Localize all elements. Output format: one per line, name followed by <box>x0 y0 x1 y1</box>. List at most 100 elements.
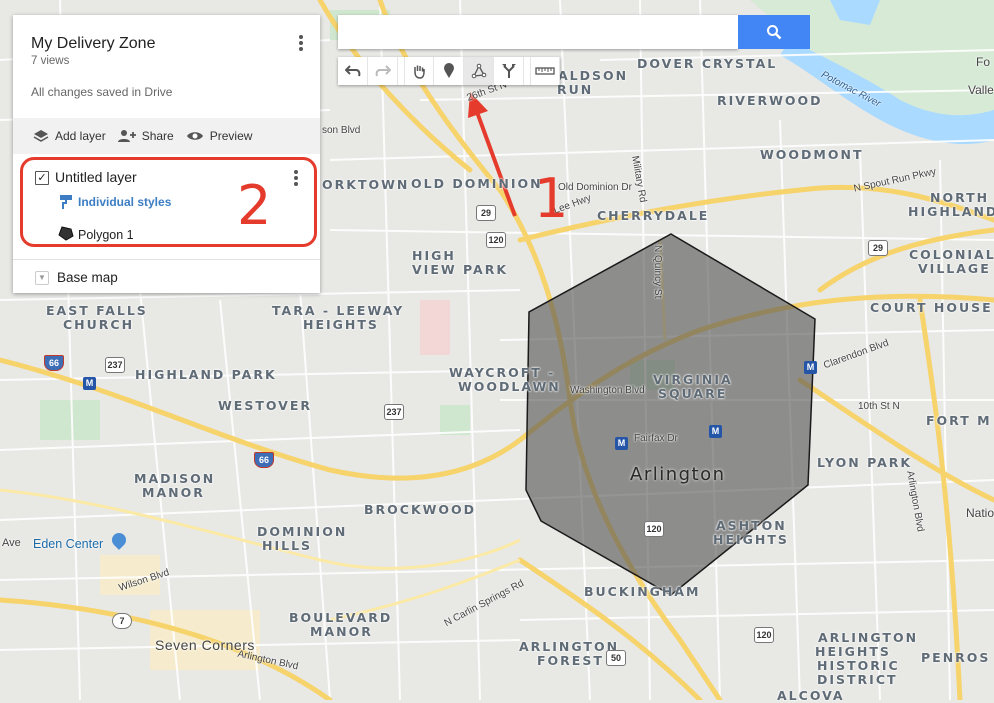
place-label: FOREST <box>537 653 604 668</box>
search-input[interactable] <box>338 15 738 49</box>
add-layer-button[interactable]: Add layer <box>33 129 106 143</box>
panel-divider <box>13 259 320 260</box>
metro-icon[interactable]: M <box>83 377 96 390</box>
route-shield: 120 <box>486 232 506 248</box>
preview-label: Preview <box>209 129 253 143</box>
interstate-shield: 66 <box>254 452 274 468</box>
city-label: Arlington <box>630 464 726 485</box>
panel-actions: Add layer Share Preview <box>13 118 320 154</box>
place-label: ARLINGTON <box>818 630 919 645</box>
annotation-highlight-box <box>20 157 317 247</box>
place-label: EAST FALLS <box>46 303 148 318</box>
place-label: WOODLAWN <box>458 379 561 394</box>
poi-eden-center: Eden Center <box>33 537 104 551</box>
place-label: SQUARE <box>658 386 728 401</box>
draw-line-button[interactable] <box>464 57 494 85</box>
place-label: TARA - LEEWAY <box>272 303 405 318</box>
base-map-label[interactable]: Base map <box>57 270 118 285</box>
hand-icon <box>414 65 425 79</box>
place-label: HISTORIC <box>817 658 900 673</box>
map-details-panel: My Delivery Zone 7 views All changes sav… <box>13 15 320 293</box>
place-label: CHERRYDALE <box>597 208 710 223</box>
undo-icon <box>344 65 360 77</box>
ruler-icon <box>535 67 555 75</box>
search-button[interactable] <box>738 15 810 49</box>
marker-icon <box>443 63 454 78</box>
layers-icon <box>33 130 49 142</box>
place-label: HIGHLAND <box>908 204 994 219</box>
place-label: MANOR <box>310 624 373 639</box>
street-label: N Quincy St <box>652 245 663 299</box>
place-label: HEIGHTS <box>713 532 789 547</box>
place-label: DISTRICT <box>817 672 898 687</box>
place-label: VIEW PARK <box>412 262 509 277</box>
place-label: ALCOVA <box>777 688 845 703</box>
annotation-step-2: 2 <box>237 174 272 237</box>
add-layer-label: Add layer <box>55 129 106 143</box>
place-label: WESTOVER <box>218 398 312 413</box>
interstate-shield: 66 <box>44 355 64 371</box>
person-add-icon <box>117 130 136 142</box>
preview-button[interactable]: Preview <box>186 129 253 143</box>
directions-button[interactable] <box>494 57 524 85</box>
share-label: Share <box>141 129 174 143</box>
place-label: FORT M <box>926 413 992 428</box>
place-label: HIGHLAND PARK <box>135 367 277 382</box>
add-marker-button[interactable] <box>434 57 464 85</box>
map-toolbar <box>338 57 560 85</box>
street-label: Valle <box>968 83 994 97</box>
route-shield: 29 <box>868 240 888 256</box>
place-label: COLONIAL <box>909 247 994 262</box>
place-label: DOMINION <box>257 524 348 539</box>
route-shield: 120 <box>754 627 774 643</box>
street-label: Old Dominion Dr <box>558 182 632 193</box>
place-label: HEIGHTS <box>815 644 891 659</box>
place-label: ARLINGTON <box>519 639 620 654</box>
place-label: HILLS <box>262 538 313 553</box>
chevron-down-icon[interactable]: ▼ <box>35 271 49 285</box>
place-label: BOULEVARD <box>289 610 393 625</box>
route-icon <box>501 64 516 78</box>
place-label: VIRGINIA <box>653 372 733 387</box>
place-label: BUCKINGHAM <box>584 584 701 599</box>
street-label: Fairfax Dr <box>634 433 678 444</box>
metro-icon[interactable]: M <box>804 361 817 374</box>
undo-button[interactable] <box>338 57 368 85</box>
select-tool-button[interactable] <box>404 57 434 85</box>
place-label: NORTH <box>930 190 990 205</box>
place-label: RIVERWOOD <box>717 93 823 108</box>
metro-icon[interactable]: M <box>709 425 722 438</box>
place-label: ASHTON <box>716 518 787 533</box>
place-label: RUN <box>557 82 594 97</box>
metro-icon[interactable]: M <box>615 437 628 450</box>
place-label: MANOR <box>142 485 205 500</box>
place-label: CHURCH <box>63 317 135 332</box>
street-label: Fo <box>976 55 991 69</box>
save-status: All changes saved in Drive <box>31 85 173 99</box>
more-vert-icon[interactable] <box>296 33 306 53</box>
place-label: BROCKWOOD <box>364 502 477 517</box>
street-label: Ave <box>2 537 21 549</box>
place-label: PENROS <box>921 650 991 665</box>
place-label: ORKTOWN <box>322 177 410 192</box>
place-label: HIGH <box>412 248 456 263</box>
redo-button[interactable] <box>368 57 398 85</box>
eye-icon <box>186 132 203 140</box>
measure-button[interactable] <box>530 57 560 85</box>
route-shield: 29 <box>476 205 496 221</box>
place-label: VILLAGE <box>918 261 991 276</box>
street-label: Washington Blvd <box>570 385 645 396</box>
draw-line-icon <box>471 63 486 79</box>
place-label: HEIGHTS <box>303 317 379 332</box>
map-views-count: 7 views <box>31 55 70 67</box>
place-label: ALDSON <box>558 68 629 83</box>
map-title[interactable]: My Delivery Zone <box>31 35 155 53</box>
place-label: WOODMONT <box>760 147 864 162</box>
street-label: son Blvd <box>322 125 361 136</box>
route-shield: 237 <box>384 404 404 420</box>
share-button[interactable]: Share <box>117 129 174 143</box>
place-label: DOVER CRYSTAL <box>637 56 778 71</box>
redo-icon <box>375 65 391 77</box>
place-label: MADISON <box>134 471 216 486</box>
street-label: Natio <box>966 506 994 520</box>
